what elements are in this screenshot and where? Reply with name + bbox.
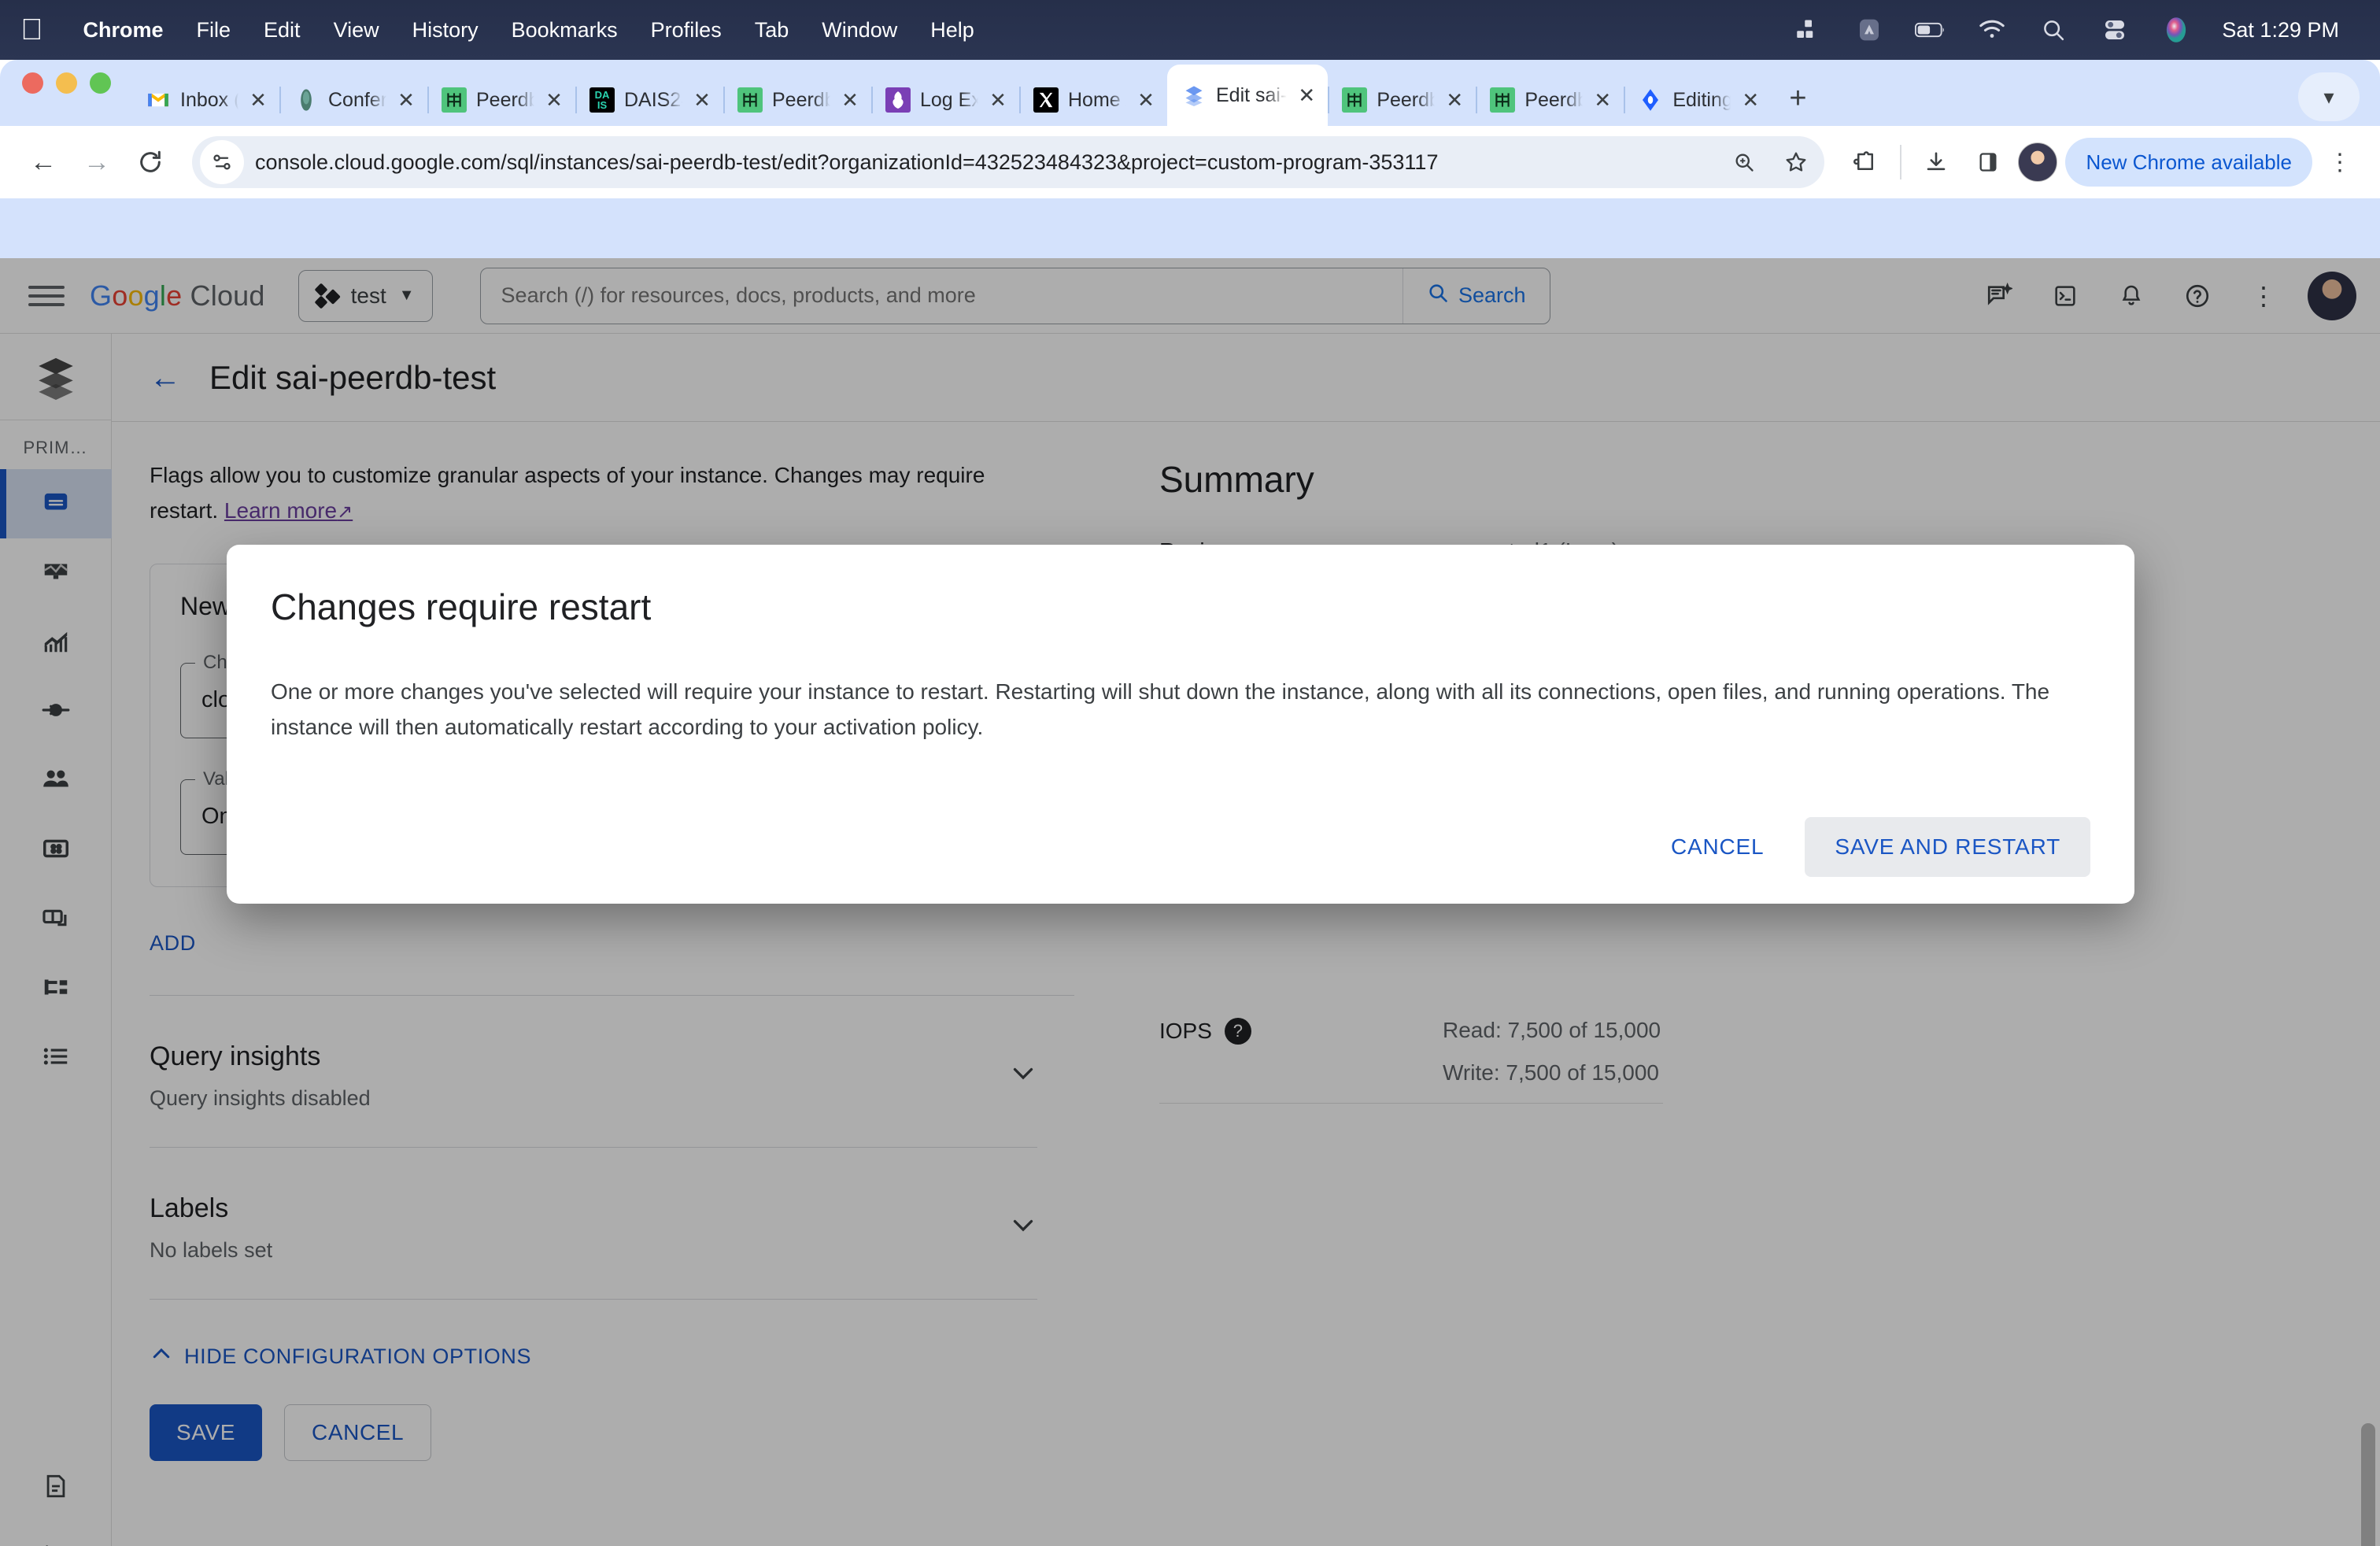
gmail-icon: [146, 87, 171, 113]
close-tab-icon[interactable]: ✕: [988, 90, 1008, 110]
tab-title: Peerdb U: [476, 88, 534, 111]
tab-title: Conference: [328, 88, 386, 111]
window-controls: [22, 60, 131, 126]
tab-title: DAIS24 (: [624, 88, 682, 111]
reload-icon[interactable]: [128, 139, 173, 185]
peerdb-icon: [737, 87, 763, 113]
dialog-body-text: One or more changes you've selected will…: [271, 679, 2050, 740]
menu-item-help[interactable]: Help: [914, 18, 991, 43]
maximize-window-button[interactable]: [90, 72, 111, 94]
browser-tab[interactable]: Peerdb ( ✕: [1328, 74, 1476, 126]
adobe-icon[interactable]: [1853, 14, 1885, 46]
menu-item-tab[interactable]: Tab: [738, 18, 806, 43]
browser-toolbar: ← → console.cloud.google.com/sql/instanc…: [0, 126, 2380, 198]
tab-title: Home / ): [1068, 88, 1126, 111]
menu-bar-clock[interactable]: Sat 1:29 PM: [2222, 18, 2339, 43]
close-tab-icon[interactable]: ✕: [1444, 90, 1465, 110]
tab-title: Peerdb U: [772, 88, 830, 111]
macos-menu-bar:  Chrome File Edit View History Bookmark…: [0, 0, 2380, 60]
extensions-icon[interactable]: [1843, 140, 1887, 184]
tab-title: Edit sai-: [1216, 83, 1288, 106]
close-tab-icon[interactable]: ✕: [1136, 90, 1156, 110]
control-center-icon[interactable]: [2099, 14, 2131, 46]
browser-tab[interactable]: Conference ✕: [279, 74, 427, 126]
menu-item-bookmarks[interactable]: Bookmarks: [495, 18, 634, 43]
x-twitter-icon: [1033, 87, 1059, 113]
kebab-menu-icon[interactable]: ⋮: [2320, 149, 2360, 176]
grid-icon[interactable]: [1792, 14, 1824, 46]
site-settings-icon[interactable]: [200, 140, 244, 184]
tab-title: Peerdb (: [1377, 88, 1436, 111]
close-tab-icon[interactable]: ✕: [248, 90, 268, 110]
tab-title: Inbox (5,: [180, 88, 238, 111]
forward-arrow-icon[interactable]: →: [74, 139, 120, 185]
menu-item-history[interactable]: History: [396, 18, 495, 43]
log-explorer-icon: [885, 87, 911, 113]
peerdb-icon: [1342, 87, 1368, 113]
chrome-window: Inbox (5, ✕ Conference ✕ Peerdb U ✕ DA: [0, 60, 2380, 1546]
tab-search-chevron-down-icon[interactable]: ▾: [2298, 72, 2360, 121]
close-tab-icon[interactable]: ✕: [1296, 85, 1317, 105]
browser-tab[interactable]: Inbox (5, ✕: [131, 74, 279, 126]
wifi-icon[interactable]: [1976, 14, 2008, 46]
battery-icon[interactable]: [1915, 14, 1946, 46]
close-tab-icon[interactable]: ✕: [544, 90, 564, 110]
dialog-actions: CANCEL SAVE AND RESTART: [271, 817, 2090, 904]
browser-tab[interactable]: Log Exp ✕: [871, 74, 1019, 126]
close-window-button[interactable]: [22, 72, 43, 94]
browser-tab[interactable]: Peerdb U ✕: [1476, 74, 1624, 126]
new-chrome-available-button[interactable]: New Chrome available: [2065, 138, 2312, 187]
cloud-sql-icon: [1181, 83, 1207, 108]
download-icon[interactable]: [1914, 140, 1958, 184]
tab-title: Editing ": [1672, 88, 1731, 111]
close-tab-icon[interactable]: ✕: [396, 90, 416, 110]
browser-tab[interactable]: Peerdb U ✕: [427, 74, 575, 126]
menu-item-window[interactable]: Window: [805, 18, 914, 43]
tab-list: Inbox (5, ✕ Conference ✕ Peerdb U ✕ DA: [131, 60, 1824, 126]
browser-tab[interactable]: Editing " ✕: [1624, 74, 1772, 126]
new-tab-button[interactable]: +: [1772, 83, 1824, 126]
peerdb-icon: [1490, 87, 1516, 113]
conference-icon: [294, 87, 319, 113]
close-tab-icon[interactable]: ✕: [1740, 90, 1761, 110]
back-arrow-icon[interactable]: ←: [20, 139, 66, 185]
tab-title: Log Exp: [920, 88, 978, 111]
browser-tab-active[interactable]: Edit sai- ✕: [1167, 65, 1329, 126]
menu-item-profiles[interactable]: Profiles: [634, 18, 738, 43]
close-tab-icon[interactable]: ✕: [1592, 90, 1613, 110]
editing-icon: [1638, 87, 1663, 113]
spotlight-search-icon[interactable]: [2038, 14, 2069, 46]
browser-tab[interactable]: Peerdb U ✕: [723, 74, 871, 126]
dialog-save-and-restart-button[interactable]: SAVE AND RESTART: [1805, 817, 2090, 877]
changes-require-restart-dialog: Changes require restart One or more chan…: [227, 545, 2134, 904]
menu-bar-status-area: Sat 1:29 PM: [1792, 14, 2360, 46]
tab-strip: Inbox (5, ✕ Conference ✕ Peerdb U ✕ DA: [0, 60, 2380, 126]
star-icon[interactable]: [1776, 142, 1816, 183]
close-tab-icon[interactable]: ✕: [840, 90, 860, 110]
peerdb-icon: [442, 87, 467, 113]
dais-icon: DA IS: [589, 87, 615, 113]
menu-item-file[interactable]: File: [180, 18, 248, 43]
close-tab-icon[interactable]: ✕: [692, 90, 712, 110]
zoom-icon[interactable]: [1724, 142, 1765, 183]
dialog-cancel-button[interactable]: CANCEL: [1641, 817, 1794, 877]
avatar[interactable]: [2018, 142, 2058, 182]
menu-item-chrome[interactable]: Chrome: [67, 18, 180, 43]
address-bar[interactable]: console.cloud.google.com/sql/instances/s…: [192, 136, 1825, 188]
browser-tab[interactable]: Home / ) ✕: [1019, 74, 1167, 126]
tab-title: Peerdb U: [1524, 88, 1584, 111]
side-panel-icon[interactable]: [1966, 140, 2010, 184]
dialog-title: Changes require restart: [271, 586, 652, 627]
menu-item-edit[interactable]: Edit: [247, 18, 317, 43]
menu-item-view[interactable]: View: [317, 18, 396, 43]
browser-tab[interactable]: DAIS DAIS24 ( ✕: [575, 74, 723, 126]
url-text[interactable]: console.cloud.google.com/sql/instances/s…: [255, 150, 1713, 175]
siri-icon[interactable]: [2160, 14, 2192, 46]
toolbar-divider: [1900, 145, 1902, 179]
apple-icon[interactable]: : [20, 15, 43, 45]
minimize-window-button[interactable]: [56, 72, 77, 94]
